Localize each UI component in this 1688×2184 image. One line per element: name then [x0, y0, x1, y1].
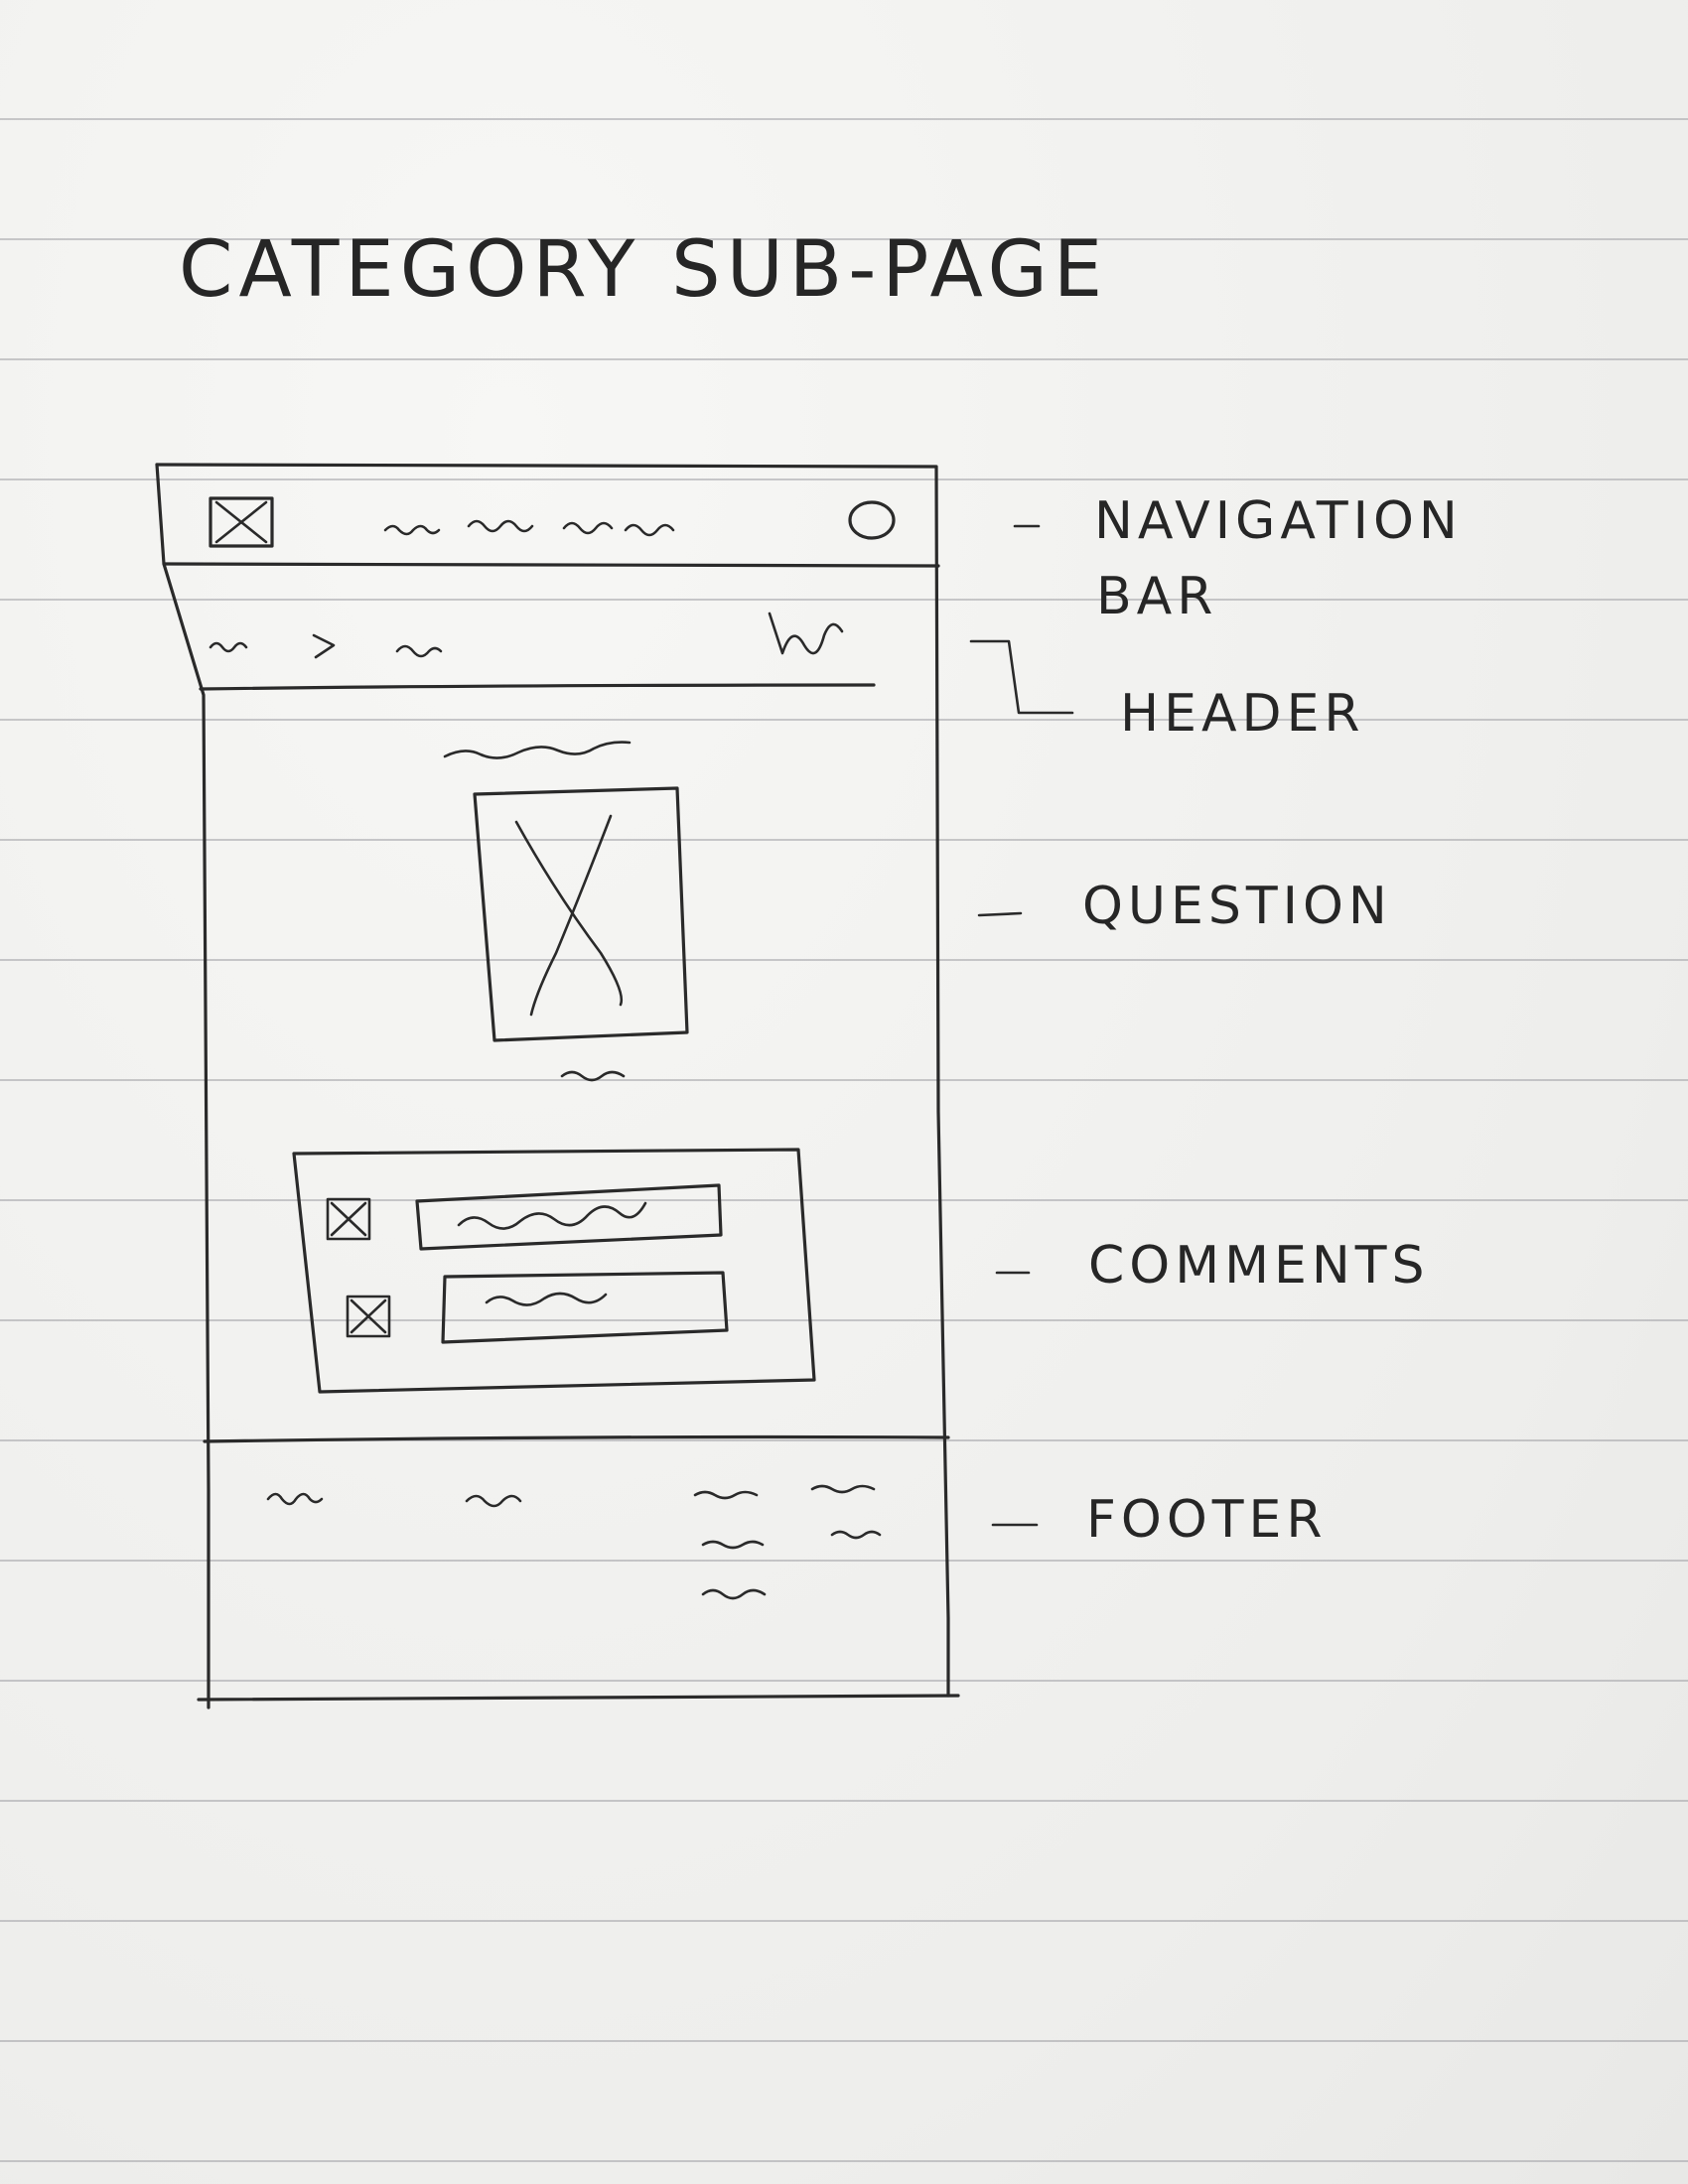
nav-menu-links — [383, 519, 675, 537]
comment-bubble — [415, 1183, 723, 1251]
navigation-bar — [162, 496, 940, 568]
page-title: CATEGORY SUB-PAGE — [179, 225, 1108, 315]
comment-row — [346, 1271, 729, 1344]
nav-logo-icon — [209, 496, 274, 548]
comment-avatar-icon — [326, 1197, 371, 1241]
footer-label: FOOTER — [1086, 1490, 1328, 1550]
question-image-icon — [473, 786, 689, 1042]
header-bracket — [969, 639, 1074, 715]
annotations: NAVIGATION BAR HEADER QUESTION COMMENTS … — [969, 491, 1463, 1550]
comment-text-scribble — [457, 1201, 647, 1230]
question-label: QUESTION — [1082, 877, 1392, 936]
comment-bubble — [441, 1271, 729, 1344]
comments-label: COMMENTS — [1088, 1236, 1430, 1296]
question-dash — [977, 911, 1023, 917]
notebook-page: CATEGORY SUB-PAGE NAVIGATION BAR HEADER … — [0, 0, 1688, 2184]
header-label: HEADER — [1120, 684, 1365, 744]
question-caption-scribble — [560, 1070, 626, 1082]
footer-links — [266, 1484, 882, 1600]
header-action-scribble — [768, 612, 844, 655]
question-section — [443, 741, 689, 1082]
wireframe-sketch: CATEGORY SUB-PAGE NAVIGATION BAR HEADER … — [155, 225, 1463, 1709]
comment-row — [326, 1183, 723, 1251]
footer-divider — [203, 1434, 950, 1443]
comment-avatar-icon — [346, 1295, 391, 1338]
navigation-label-line2: BAR — [1096, 567, 1217, 626]
nav-search-icon — [848, 500, 896, 540]
comments-box — [292, 1148, 816, 1394]
comments-section — [292, 1148, 816, 1394]
navigation-label: NAVIGATION — [1094, 491, 1463, 551]
question-title-scribble — [443, 741, 632, 759]
phone-frame — [155, 463, 960, 1709]
comment-text-scribble — [485, 1292, 608, 1306]
footer-section — [203, 1434, 950, 1600]
header-divider — [199, 683, 876, 691]
breadcrumb — [209, 633, 443, 659]
header-section — [199, 612, 876, 691]
